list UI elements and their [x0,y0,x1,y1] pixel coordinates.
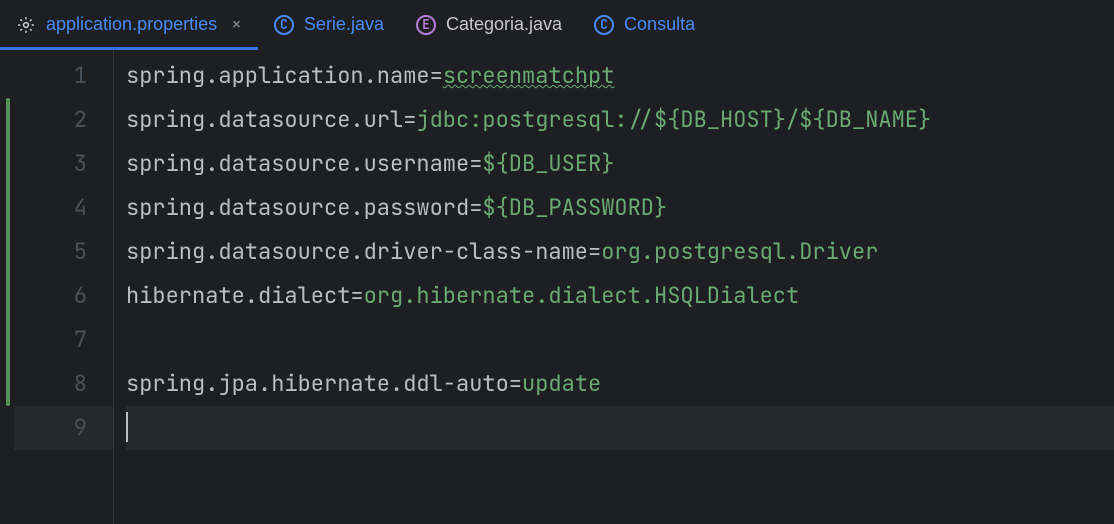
code-token: spring.jpa.hibernate.ddl-auto= [126,369,522,398]
line-number: 6 [14,274,113,318]
tab-label: Serie.java [304,14,384,35]
enum-icon: E [416,15,436,35]
line-number: 7 [14,318,113,362]
code-line[interactable]: spring.datasource.url=jdbc:postgresql://… [126,98,1114,142]
code-line[interactable]: spring.jpa.hibernate.ddl-auto=update [126,362,1114,406]
tab-label: Categoria.java [446,14,562,35]
gutter: 123456789 [14,50,114,524]
line-number: 9 [14,406,113,450]
line-number: 1 [14,54,113,98]
tab-label: application.properties [46,14,217,35]
text-cursor [126,412,128,442]
tab-consulta[interactable]: C Consulta [578,0,711,49]
code-area[interactable]: spring.application.name=screenmatchptspr… [114,50,1114,524]
tab-application-properties[interactable]: application.properties × [0,0,258,49]
code-token: spring.application.name= [126,61,443,90]
gear-icon [16,15,36,35]
code-line[interactable]: spring.datasource.username=${DB_USER} [126,142,1114,186]
line-number: 4 [14,186,113,230]
line-number: 8 [14,362,113,406]
code-line[interactable]: spring.datasource.driver-class-name=org.… [126,230,1114,274]
code-token: org.postgresql.Driver [601,237,878,266]
editor-area[interactable]: 123456789 spring.application.name=screen… [0,50,1114,524]
code-token: spring.datasource.username= [126,149,482,178]
code-line[interactable]: spring.application.name=screenmatchpt [126,54,1114,98]
gutter-margin [0,50,14,524]
line-number: 2 [14,98,113,142]
tab-label: Consulta [624,14,695,35]
code-token: screenmatchpt [443,61,615,90]
tab-categoria-java[interactable]: E Categoria.java [400,0,578,49]
change-marker[interactable] [6,98,10,406]
code-line[interactable] [126,406,1114,450]
line-number: 3 [14,142,113,186]
tab-bar: application.properties × C Serie.java E … [0,0,1114,50]
tab-serie-java[interactable]: C Serie.java [258,0,400,49]
line-number: 5 [14,230,113,274]
code-token: update [522,369,601,398]
code-token: ${DB_PASSWORD} [482,193,667,222]
code-token: spring.datasource.url= [126,105,416,134]
code-token: spring.datasource.driver-class-name= [126,237,601,266]
code-line[interactable]: spring.datasource.password=${DB_PASSWORD… [126,186,1114,230]
code-line[interactable]: hibernate.dialect=org.hibernate.dialect.… [126,274,1114,318]
close-icon[interactable]: × [231,13,242,36]
class-icon: C [594,15,614,35]
code-token: jdbc:postgresql://${DB_HOST}/${DB_NAME} [416,105,931,134]
class-icon: C [274,15,294,35]
code-token: org.hibernate.dialect.HSQLDialect [364,281,800,310]
code-token: spring.datasource.password= [126,193,482,222]
code-token: hibernate.dialect= [126,281,364,310]
code-token: ${DB_USER} [482,149,614,178]
code-line[interactable] [126,318,1114,362]
